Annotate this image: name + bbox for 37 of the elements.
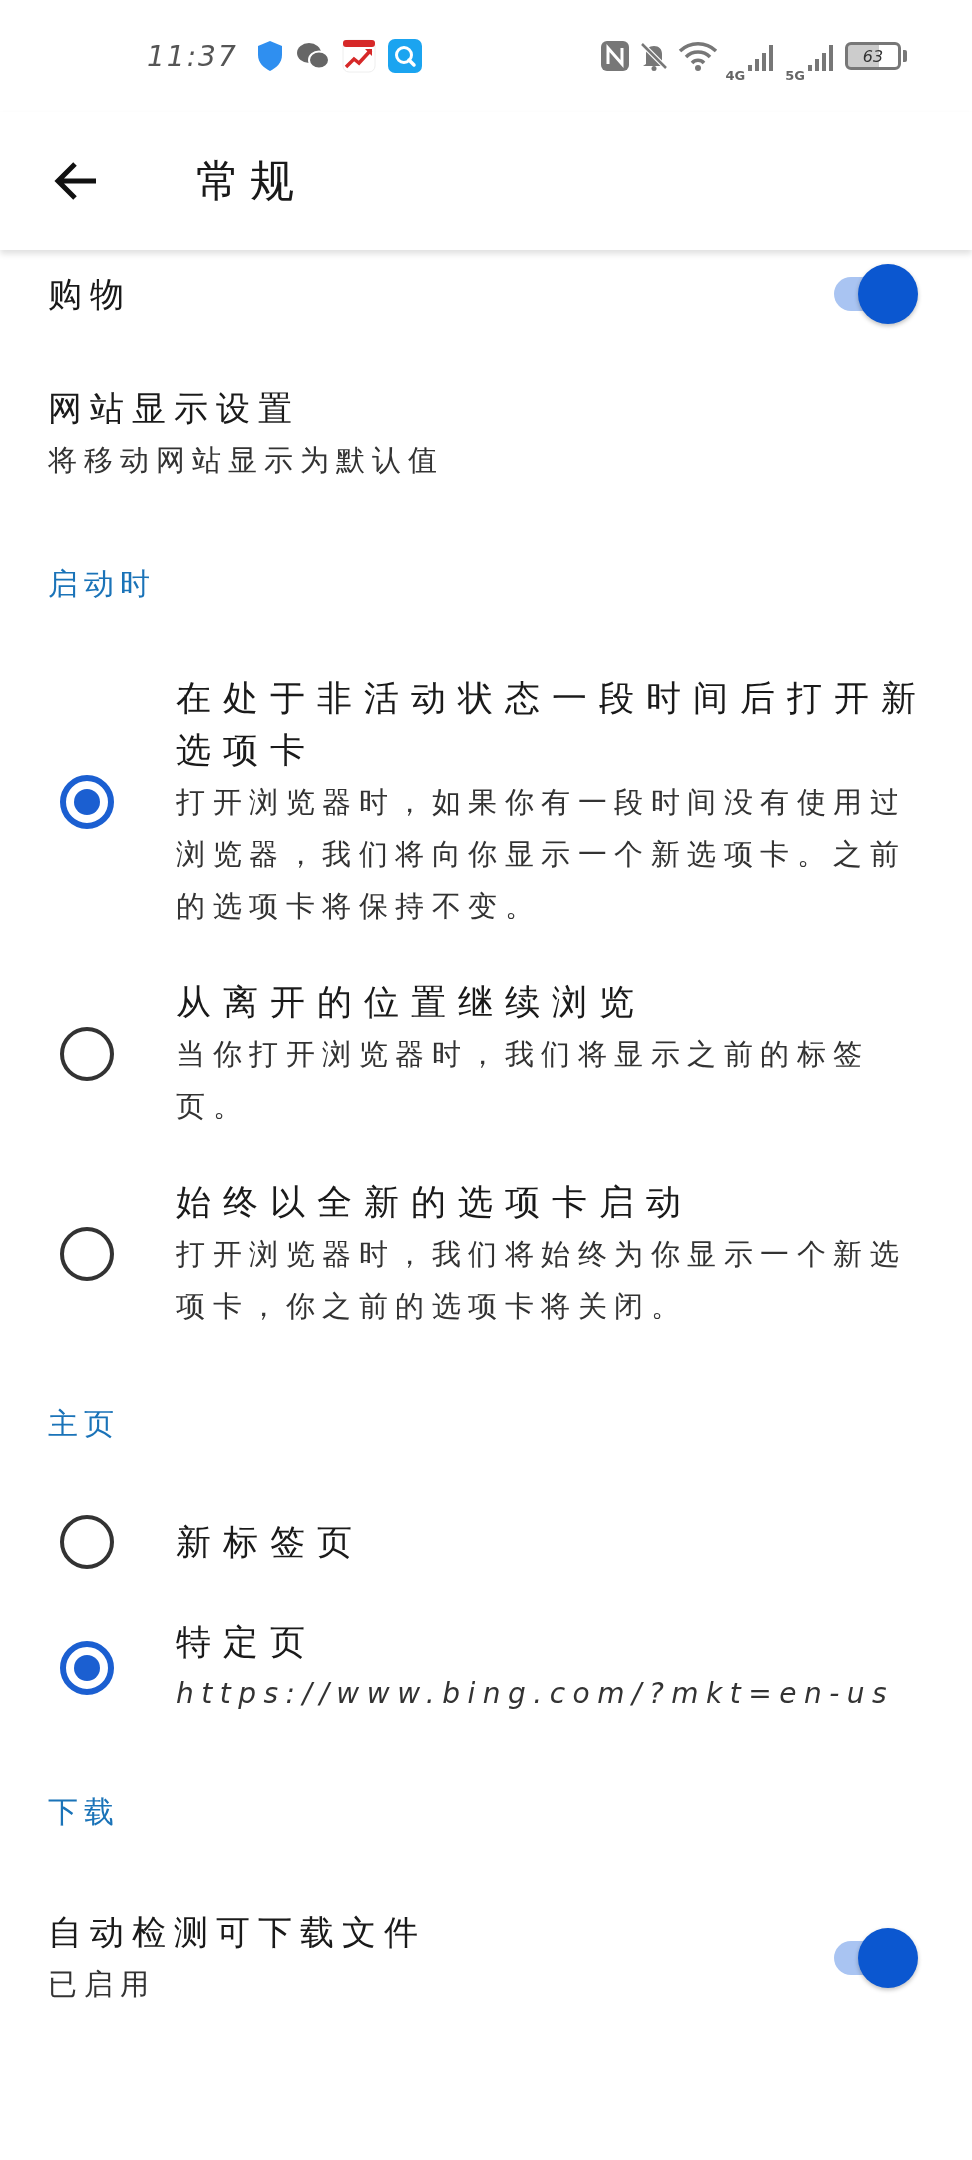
setting-description: 打开浏览器时，如果你有一段时间没有使用过浏览器，我们将向你显示一个新选项卡。之前的选项卡将保持不变。 — [176, 784, 907, 925]
chat-bubbles-icon — [295, 41, 330, 71]
wifi-icon — [677, 40, 718, 72]
setting-title: 在处于非活动状态一段时间后打开新选项卡 — [176, 677, 929, 772]
clock: 11:37 — [147, 39, 238, 73]
setting-title: 自动检测可下载文件 — [48, 1911, 427, 1954]
settings-row[interactable]: 网站显示设置 将移动网站显示为默认值 — [0, 354, 972, 514]
chart-app-icon — [341, 39, 376, 73]
setting-title: 特定页 — [176, 1621, 318, 1664]
page-title: 常规 — [196, 153, 304, 208]
section-header: 启动时 — [47, 565, 157, 603]
setting-description: 已启用 — [48, 1966, 157, 2003]
back-arrow-icon — [54, 161, 98, 201]
setting-title: 从离开的位置继续浏览 — [176, 981, 647, 1024]
radio-button[interactable] — [60, 775, 114, 829]
shield-icon — [255, 40, 284, 72]
search-app-icon — [387, 39, 422, 73]
radio-button[interactable] — [60, 1641, 114, 1695]
section-header: 主页 — [47, 1405, 121, 1443]
battery-level: 63 — [845, 42, 901, 70]
setting-title: 购物 — [48, 273, 133, 316]
setting-title: 始终以全新的选项卡启动 — [176, 1181, 694, 1224]
radio-button[interactable] — [60, 1515, 114, 1569]
section-header: 下载 — [47, 1793, 121, 1831]
setting-description: 当你打开浏览器时，我们将显示之前的标签页。 — [176, 1036, 871, 1125]
network-type: 5G — [785, 67, 805, 83]
radio-button[interactable] — [60, 1227, 114, 1281]
network-type: 4G — [725, 67, 746, 83]
radio-button[interactable] — [60, 1027, 114, 1081]
setting-title: 网站显示设置 — [48, 387, 301, 430]
toggle-switch[interactable] — [834, 1928, 918, 1988]
url-text: https://www.bing.com/?mkt=en-us — [176, 1676, 896, 1712]
nfc-icon — [599, 40, 630, 72]
setting-description: 将移动网站显示为默认值 — [48, 442, 445, 479]
toggle-switch[interactable] — [834, 264, 918, 324]
setting-description: 打开浏览器时，我们将始终为你显示一个新选项卡，你之前的选项卡将关闭。 — [176, 1236, 907, 1325]
setting-title: 新标签页 — [176, 1521, 365, 1564]
